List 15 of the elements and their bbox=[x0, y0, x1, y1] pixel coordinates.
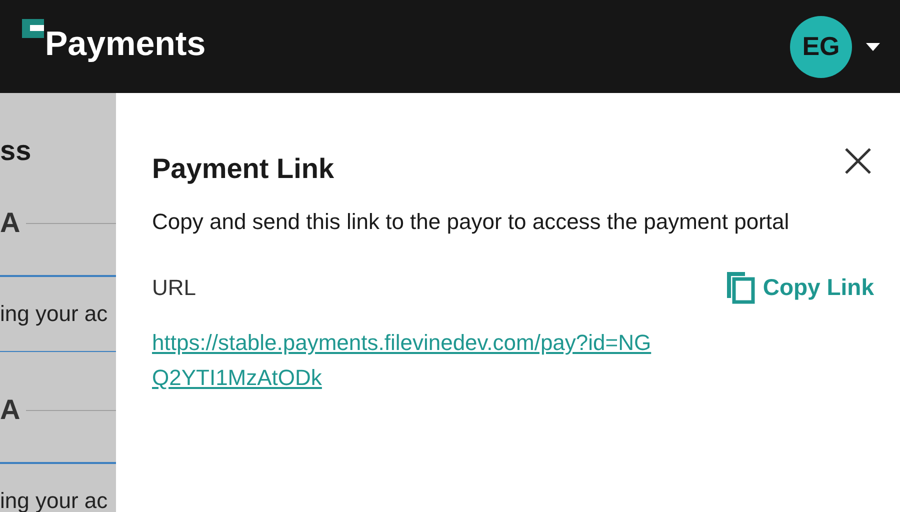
dialog-title: Payment Link bbox=[152, 152, 334, 186]
close-icon[interactable] bbox=[844, 147, 872, 175]
app-title: Payments bbox=[45, 26, 206, 60]
section-label: A bbox=[0, 396, 20, 424]
url-label: URL bbox=[152, 274, 196, 302]
dialog-description: Copy and send this link to the payor to access the payment portal bbox=[152, 208, 790, 236]
section-label: A bbox=[0, 209, 20, 237]
caret-icon[interactable] bbox=[866, 42, 880, 50]
copy-link-button[interactable]: Copy Link bbox=[724, 270, 874, 304]
section-text: ing your ac bbox=[0, 302, 109, 325]
logo-icon bbox=[22, 18, 44, 38]
user-avatar[interactable]: EG bbox=[790, 16, 852, 78]
copy-icon bbox=[724, 270, 755, 304]
payment-url-link[interactable]: https://stable.payments.filevinedev.com/pay?id=NGQ2YTI1MzAtODk bbox=[152, 324, 654, 394]
section-heading: ss bbox=[0, 137, 32, 165]
